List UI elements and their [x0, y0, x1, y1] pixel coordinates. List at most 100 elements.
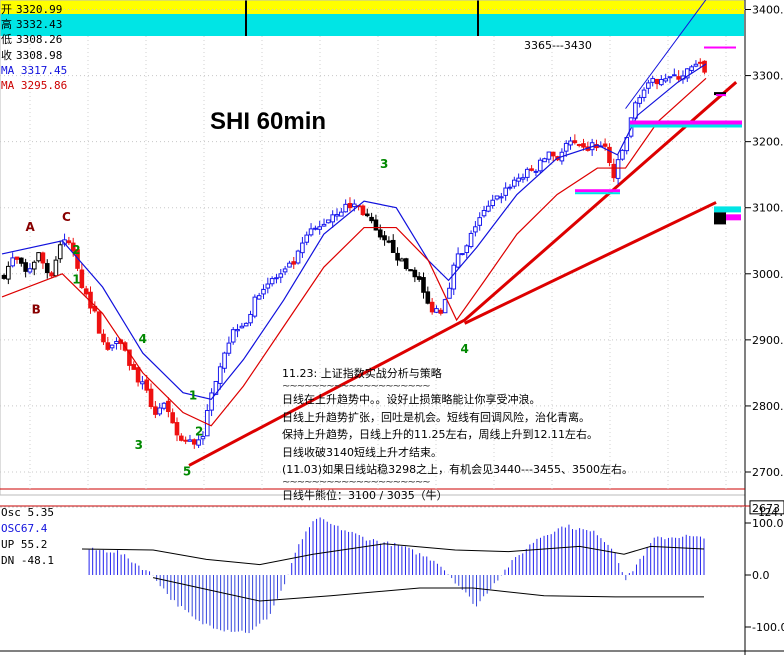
candle-body [49, 272, 54, 277]
wave-label: 3 [135, 438, 143, 452]
note-separator: ~~~~~~~~~~~~~~~~~~~~ [282, 381, 431, 393]
candle-body [256, 295, 262, 300]
level-bar [630, 120, 742, 125]
price-axis: 2700. 2800. 2900. 3000. 3100. 3200. 3300. 3400.… [745, 4, 784, 515]
note-line: (11.03)如果日线站稳3298之上，有机会见3440---3455、3500… [282, 463, 633, 477]
candle-body [304, 234, 310, 243]
candle-body [287, 262, 292, 268]
candle-body [563, 142, 569, 152]
wave-label: 1 [72, 273, 80, 287]
candle-body [399, 258, 405, 262]
candle-body [282, 268, 288, 273]
candle-body [183, 439, 188, 442]
candle-body [1, 274, 7, 279]
level-bar [575, 192, 620, 195]
wave-label: B [32, 302, 41, 316]
candle-body [343, 203, 348, 213]
y-tick-label: 3100. [752, 202, 784, 215]
candle-body [191, 439, 197, 445]
open-label: 开 [1, 3, 12, 16]
candle-body [377, 229, 383, 238]
candle-body [153, 406, 158, 415]
candle-body [352, 203, 357, 208]
osc-title: OSC67.4 [1, 522, 48, 535]
candle-body [23, 262, 28, 272]
osc-panel [81, 517, 705, 634]
candle-body [468, 232, 474, 248]
target-range-text: 3365---3430 [524, 39, 592, 52]
candle-body [507, 186, 513, 189]
candle-body [53, 259, 59, 277]
wave-label: 1 [189, 388, 197, 402]
candle-body [174, 422, 180, 436]
candle-body [57, 244, 63, 260]
candle-body [390, 239, 396, 253]
candle-body [131, 364, 137, 370]
high-value: 3332.43 [16, 18, 63, 32]
candle-body [477, 217, 483, 226]
trendline [463, 201, 717, 325]
candle-body [248, 313, 253, 324]
osc-baseline [152, 577, 704, 602]
candle-body [620, 149, 625, 160]
candle-body [321, 223, 327, 227]
candle-body [274, 277, 279, 280]
ma-fast-readout: MA 3317.45 [1, 63, 68, 77]
candle-body [524, 168, 530, 178]
y-tick-label: 2800. [752, 400, 784, 413]
candle-body [295, 250, 301, 264]
wave-label: 4 [460, 342, 468, 356]
low-value: 3308.26 [16, 33, 63, 47]
candle-body [438, 309, 444, 314]
candle-body [520, 177, 526, 180]
candle-body [36, 252, 41, 262]
candle-body [166, 400, 171, 413]
osc-tick-label: 0.0 [752, 569, 770, 582]
candle-body [291, 261, 297, 265]
wave-label: 4 [139, 332, 147, 346]
osc-corner-value: 124. [758, 506, 784, 519]
candle-body [486, 205, 491, 212]
candle-body [114, 340, 119, 345]
candle-body [101, 333, 106, 343]
candle-body [313, 227, 318, 230]
candle-body [416, 276, 422, 280]
candle-body [429, 301, 435, 313]
note-line: 日线上升趋势扩张，回吐是机会。短线有回调风险，治化青离。 [282, 410, 590, 424]
candle-body [317, 226, 323, 230]
candle-body [170, 412, 175, 424]
candle-body [421, 277, 426, 293]
candle-body [663, 78, 668, 82]
candle-body [230, 329, 236, 343]
candle-body [66, 240, 72, 244]
osc-dn: DN -48.1 [1, 554, 54, 567]
wave-label: A [26, 220, 36, 234]
candle-body [529, 168, 534, 171]
candle-body [650, 78, 655, 83]
candle-body [537, 159, 543, 172]
candle-body [602, 143, 608, 147]
top-band [0, 0, 744, 36]
close-label: 收 [1, 48, 12, 62]
level-bar [575, 189, 620, 193]
y-tick-label: 3000. [752, 268, 784, 281]
y-tick-label: 3200. [752, 136, 784, 149]
candle-body [464, 245, 470, 254]
candle-body [512, 179, 517, 187]
candle-body [494, 195, 500, 200]
candle-body [369, 216, 374, 222]
candle-body [40, 252, 46, 264]
osc-axis: 100.00.0-100.0 [745, 517, 784, 634]
y-tick-label: 2900. [752, 334, 784, 347]
candle-body [373, 219, 379, 231]
candle-body [308, 228, 314, 236]
note-heading: 11.23: 上证指数实战分析与策略 [282, 367, 442, 380]
osc-header: Osc 5.35 [1, 506, 54, 519]
candle-body [702, 60, 707, 73]
candle-body [641, 89, 647, 98]
candle-body [326, 219, 331, 224]
candle-body [442, 299, 448, 314]
candle-body [637, 97, 643, 104]
candle-body [226, 342, 232, 354]
candle-body [434, 308, 439, 313]
